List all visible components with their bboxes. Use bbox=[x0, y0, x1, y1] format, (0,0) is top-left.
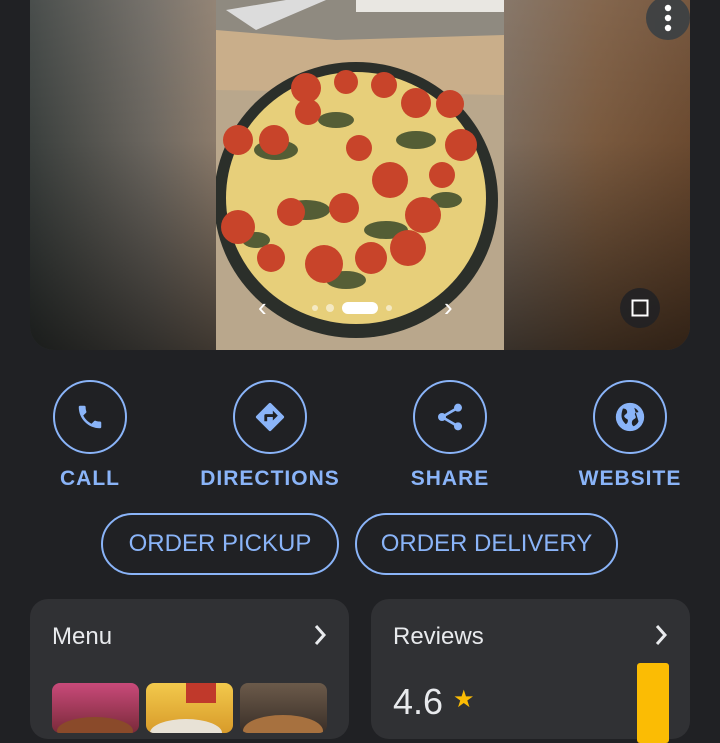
chevron-right-icon bbox=[655, 625, 668, 645]
order-pickup-label: ORDER PICKUP bbox=[128, 530, 312, 557]
menu-thumbnail[interactable] bbox=[240, 683, 327, 733]
order-delivery-button[interactable]: ORDER DELIVERY bbox=[355, 513, 618, 575]
menu-photo-1 bbox=[57, 717, 133, 733]
menu-title: Menu bbox=[52, 623, 113, 650]
carousel-prev-button[interactable]: ‹ bbox=[258, 292, 267, 322]
call-button[interactable]: CALL bbox=[5, 380, 175, 491]
star-icon: ★ bbox=[453, 686, 475, 713]
reviews-card[interactable]: Reviews 4.6 ★ bbox=[371, 599, 690, 743]
carousel-dot-active bbox=[342, 302, 378, 314]
menu-thumbnail[interactable] bbox=[146, 683, 233, 733]
directions-circle[interactable] bbox=[233, 380, 307, 454]
website-label: WEBSITE bbox=[578, 467, 682, 490]
photo-carousel[interactable]: ‹ › bbox=[30, 0, 690, 350]
carousel-dot bbox=[326, 304, 334, 312]
website-button[interactable]: WEBSITE bbox=[545, 380, 715, 491]
directions-icon bbox=[255, 402, 285, 432]
chevron-left-icon: ‹ bbox=[258, 292, 267, 322]
order-delivery-label: ORDER DELIVERY bbox=[380, 530, 593, 557]
directions-button[interactable]: DIRECTIONS bbox=[185, 380, 355, 491]
menu-photo-3 bbox=[243, 715, 323, 733]
call-circle[interactable] bbox=[53, 380, 127, 454]
share-icon bbox=[438, 403, 462, 431]
fullscreen-icon bbox=[631, 299, 649, 317]
share-label: SHARE bbox=[410, 467, 490, 490]
reviews-title: Reviews bbox=[393, 623, 484, 650]
chevron-right-icon: › bbox=[444, 292, 453, 322]
share-circle[interactable] bbox=[413, 380, 487, 454]
fullscreen-button[interactable] bbox=[620, 288, 660, 328]
menu-thumbnail[interactable] bbox=[52, 683, 139, 733]
globe-icon bbox=[615, 402, 645, 432]
share-button[interactable]: SHARE bbox=[365, 380, 535, 491]
carousel-dot bbox=[312, 305, 318, 311]
website-circle[interactable] bbox=[593, 380, 667, 454]
carousel-dots bbox=[312, 302, 392, 314]
directions-label: DIRECTIONS bbox=[200, 467, 340, 490]
rating-value: 4.6 bbox=[393, 681, 444, 722]
call-label: CALL bbox=[60, 467, 120, 490]
carousel-dot bbox=[386, 305, 392, 311]
rating-bar bbox=[637, 663, 669, 743]
carousel-next-button[interactable]: › bbox=[444, 292, 453, 322]
more-vert-icon bbox=[664, 4, 672, 32]
chevron-right-icon bbox=[314, 625, 327, 645]
phone-icon bbox=[78, 405, 102, 429]
menu-photo-2 bbox=[150, 683, 222, 733]
order-pickup-button[interactable]: ORDER PICKUP bbox=[101, 513, 339, 575]
